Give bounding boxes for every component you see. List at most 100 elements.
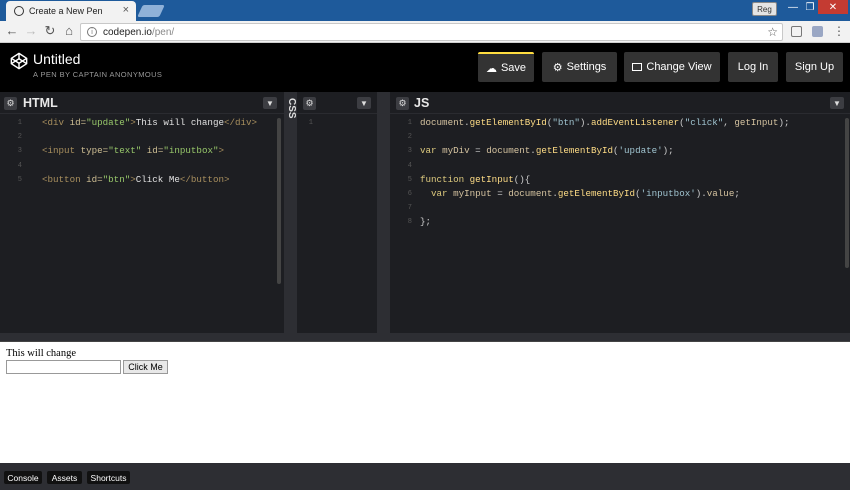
extension-icon[interactable] bbox=[791, 26, 802, 37]
css-editor-label: CSS bbox=[286, 98, 297, 119]
page-info-icon[interactable]: i bbox=[87, 27, 97, 37]
js-code-lines: document.getElementById("btn").addEventL… bbox=[420, 116, 850, 230]
gear-icon[interactable]: ⚙ bbox=[4, 97, 17, 110]
cloud-icon: ☁ bbox=[485, 62, 497, 75]
reload-icon[interactable]: ↻ bbox=[43, 24, 57, 38]
settings-button[interactable]: ⚙ Settings bbox=[542, 52, 617, 82]
html-editor: ⚙ HTML ▼ 1 2 3 4 5 <div id="update">This… bbox=[0, 92, 284, 333]
pen-author: A PEN BY CAPTAIN ANONYMOUS bbox=[33, 70, 163, 79]
preview-resizer[interactable] bbox=[0, 333, 850, 342]
signup-button[interactable]: Sign Up bbox=[786, 52, 843, 82]
line-gutter: 1 bbox=[297, 116, 319, 333]
code-line: }; bbox=[420, 216, 432, 228]
shortcuts-button[interactable]: Shortcuts bbox=[87, 471, 130, 484]
codepen-header: Untitled A PEN BY CAPTAIN ANONYMOUS ☁ Sa… bbox=[0, 43, 850, 92]
line-number: 3 bbox=[17, 147, 22, 156]
url-host: codepen.io bbox=[103, 26, 152, 38]
codepen-favicon-icon bbox=[14, 6, 24, 16]
line-gutter: 1 2 3 4 5 6 7 8 bbox=[390, 116, 418, 333]
codepen-logo-icon[interactable] bbox=[10, 52, 28, 70]
console-button[interactable]: Console bbox=[4, 471, 42, 484]
line-number: 2 bbox=[17, 133, 22, 142]
js-code-area[interactable]: 1 2 3 4 5 6 7 8 document.getElementById(… bbox=[390, 116, 850, 333]
back-arrow-icon[interactable]: ← bbox=[5, 24, 19, 38]
forward-arrow-icon[interactable]: → bbox=[24, 24, 38, 38]
chevron-down-icon[interactable]: ▼ bbox=[357, 97, 371, 109]
html-editor-header: ⚙ HTML ▼ bbox=[0, 92, 284, 114]
code-line: var myInput = document.getElementById('i… bbox=[420, 187, 740, 199]
change-view-button[interactable]: Change View bbox=[624, 52, 720, 82]
preview-inputbox[interactable] bbox=[6, 360, 121, 374]
result-preview: This will change Click Me bbox=[0, 342, 850, 463]
css-editor-header: ⚙ ▼ bbox=[297, 92, 377, 114]
restore-icon[interactable]: ❐ bbox=[800, 0, 820, 14]
line-number: 5 bbox=[407, 175, 412, 184]
browser-titlebar: Create a New Pen × Reg — ❐ ✕ bbox=[0, 0, 850, 21]
code-line: function getInput(){ bbox=[420, 173, 531, 185]
gear-icon[interactable]: ⚙ bbox=[396, 97, 409, 110]
line-number: 2 bbox=[407, 133, 412, 142]
extension-icon[interactable] bbox=[812, 26, 823, 37]
bookmark-star-icon[interactable]: ☆ bbox=[767, 25, 778, 39]
url-path: /pen/ bbox=[151, 26, 175, 38]
preview-text: This will change bbox=[6, 348, 76, 359]
layout-icon bbox=[632, 63, 643, 71]
js-editor: ⚙ JS ▼ 1 2 3 4 5 6 7 8 document.getEleme… bbox=[390, 92, 850, 333]
html-code-area[interactable]: 1 2 3 4 5 <div id="update">This will cha… bbox=[0, 116, 284, 333]
save-label: Save bbox=[500, 62, 527, 74]
menu-kebab-icon[interactable]: ⋮ bbox=[832, 24, 846, 38]
home-icon[interactable]: ⌂ bbox=[62, 24, 76, 38]
login-button[interactable]: Log In bbox=[728, 52, 778, 82]
save-button[interactable]: ☁ Save bbox=[478, 52, 534, 82]
tab-close-icon[interactable]: × bbox=[123, 4, 129, 16]
line-number: 1 bbox=[17, 119, 22, 127]
browser-toolbar: ← → ↻ ⌂ i codepen.io /pen/ ☆ ⋮ bbox=[0, 21, 850, 43]
line-number: 5 bbox=[17, 175, 22, 184]
settings-label: Settings bbox=[566, 61, 607, 73]
css-code-area[interactable]: 1 bbox=[297, 116, 377, 333]
url-input[interactable]: i codepen.io /pen/ ☆ bbox=[80, 23, 783, 41]
gear-icon: ⚙ bbox=[552, 61, 563, 74]
css-editor: ⚙ ▼ 1 bbox=[297, 92, 377, 333]
js-editor-title: JS bbox=[414, 96, 430, 110]
user-profile-badge[interactable]: Reg bbox=[752, 2, 777, 16]
html-scrollbar[interactable] bbox=[277, 118, 281, 284]
tab-title: Create a New Pen bbox=[29, 6, 103, 16]
line-number: 1 bbox=[308, 119, 313, 127]
new-tab-button[interactable] bbox=[137, 5, 165, 17]
line-number: 8 bbox=[407, 218, 412, 227]
browser-tab[interactable]: Create a New Pen × bbox=[6, 1, 136, 21]
line-number: 4 bbox=[17, 161, 22, 170]
line-number: 3 bbox=[407, 147, 412, 156]
chevron-down-icon[interactable]: ▼ bbox=[830, 97, 844, 109]
gear-icon[interactable]: ⚙ bbox=[303, 97, 316, 110]
line-gutter: 1 2 3 4 5 bbox=[0, 116, 28, 333]
change-view-label: Change View bbox=[646, 61, 712, 73]
code-line: var myDiv = document.getElementById('upd… bbox=[420, 145, 674, 157]
line-number: 7 bbox=[407, 204, 412, 213]
assets-button[interactable]: Assets bbox=[47, 471, 82, 484]
line-number: 1 bbox=[407, 119, 412, 127]
close-window-icon[interactable]: ✕ bbox=[818, 0, 848, 14]
line-number: 4 bbox=[407, 161, 412, 170]
js-editor-header: ⚙ JS ▼ bbox=[390, 92, 850, 114]
footer-bar: Console Assets Shortcuts bbox=[0, 463, 850, 490]
editors-area: ⚙ HTML ▼ 1 2 3 4 5 <div id="update">This… bbox=[0, 92, 850, 333]
code-line: document.getElementById("btn").addEventL… bbox=[420, 117, 790, 128]
preview-click-button[interactable]: Click Me bbox=[123, 360, 168, 374]
html-editor-title: HTML bbox=[23, 96, 58, 110]
code-line: <div id="update">This will change</div> bbox=[42, 117, 258, 128]
pen-title[interactable]: Untitled bbox=[33, 51, 80, 67]
chevron-down-icon[interactable]: ▼ bbox=[263, 97, 277, 109]
js-scrollbar[interactable] bbox=[845, 118, 849, 268]
editor-divider[interactable] bbox=[377, 92, 390, 333]
code-line: <button id="btn">Click Me</button> bbox=[42, 173, 230, 185]
css-collapsed-tab[interactable]: CSS bbox=[284, 92, 297, 333]
line-number: 6 bbox=[407, 189, 412, 198]
html-code-lines: <div id="update">This will change</div> … bbox=[42, 116, 284, 187]
